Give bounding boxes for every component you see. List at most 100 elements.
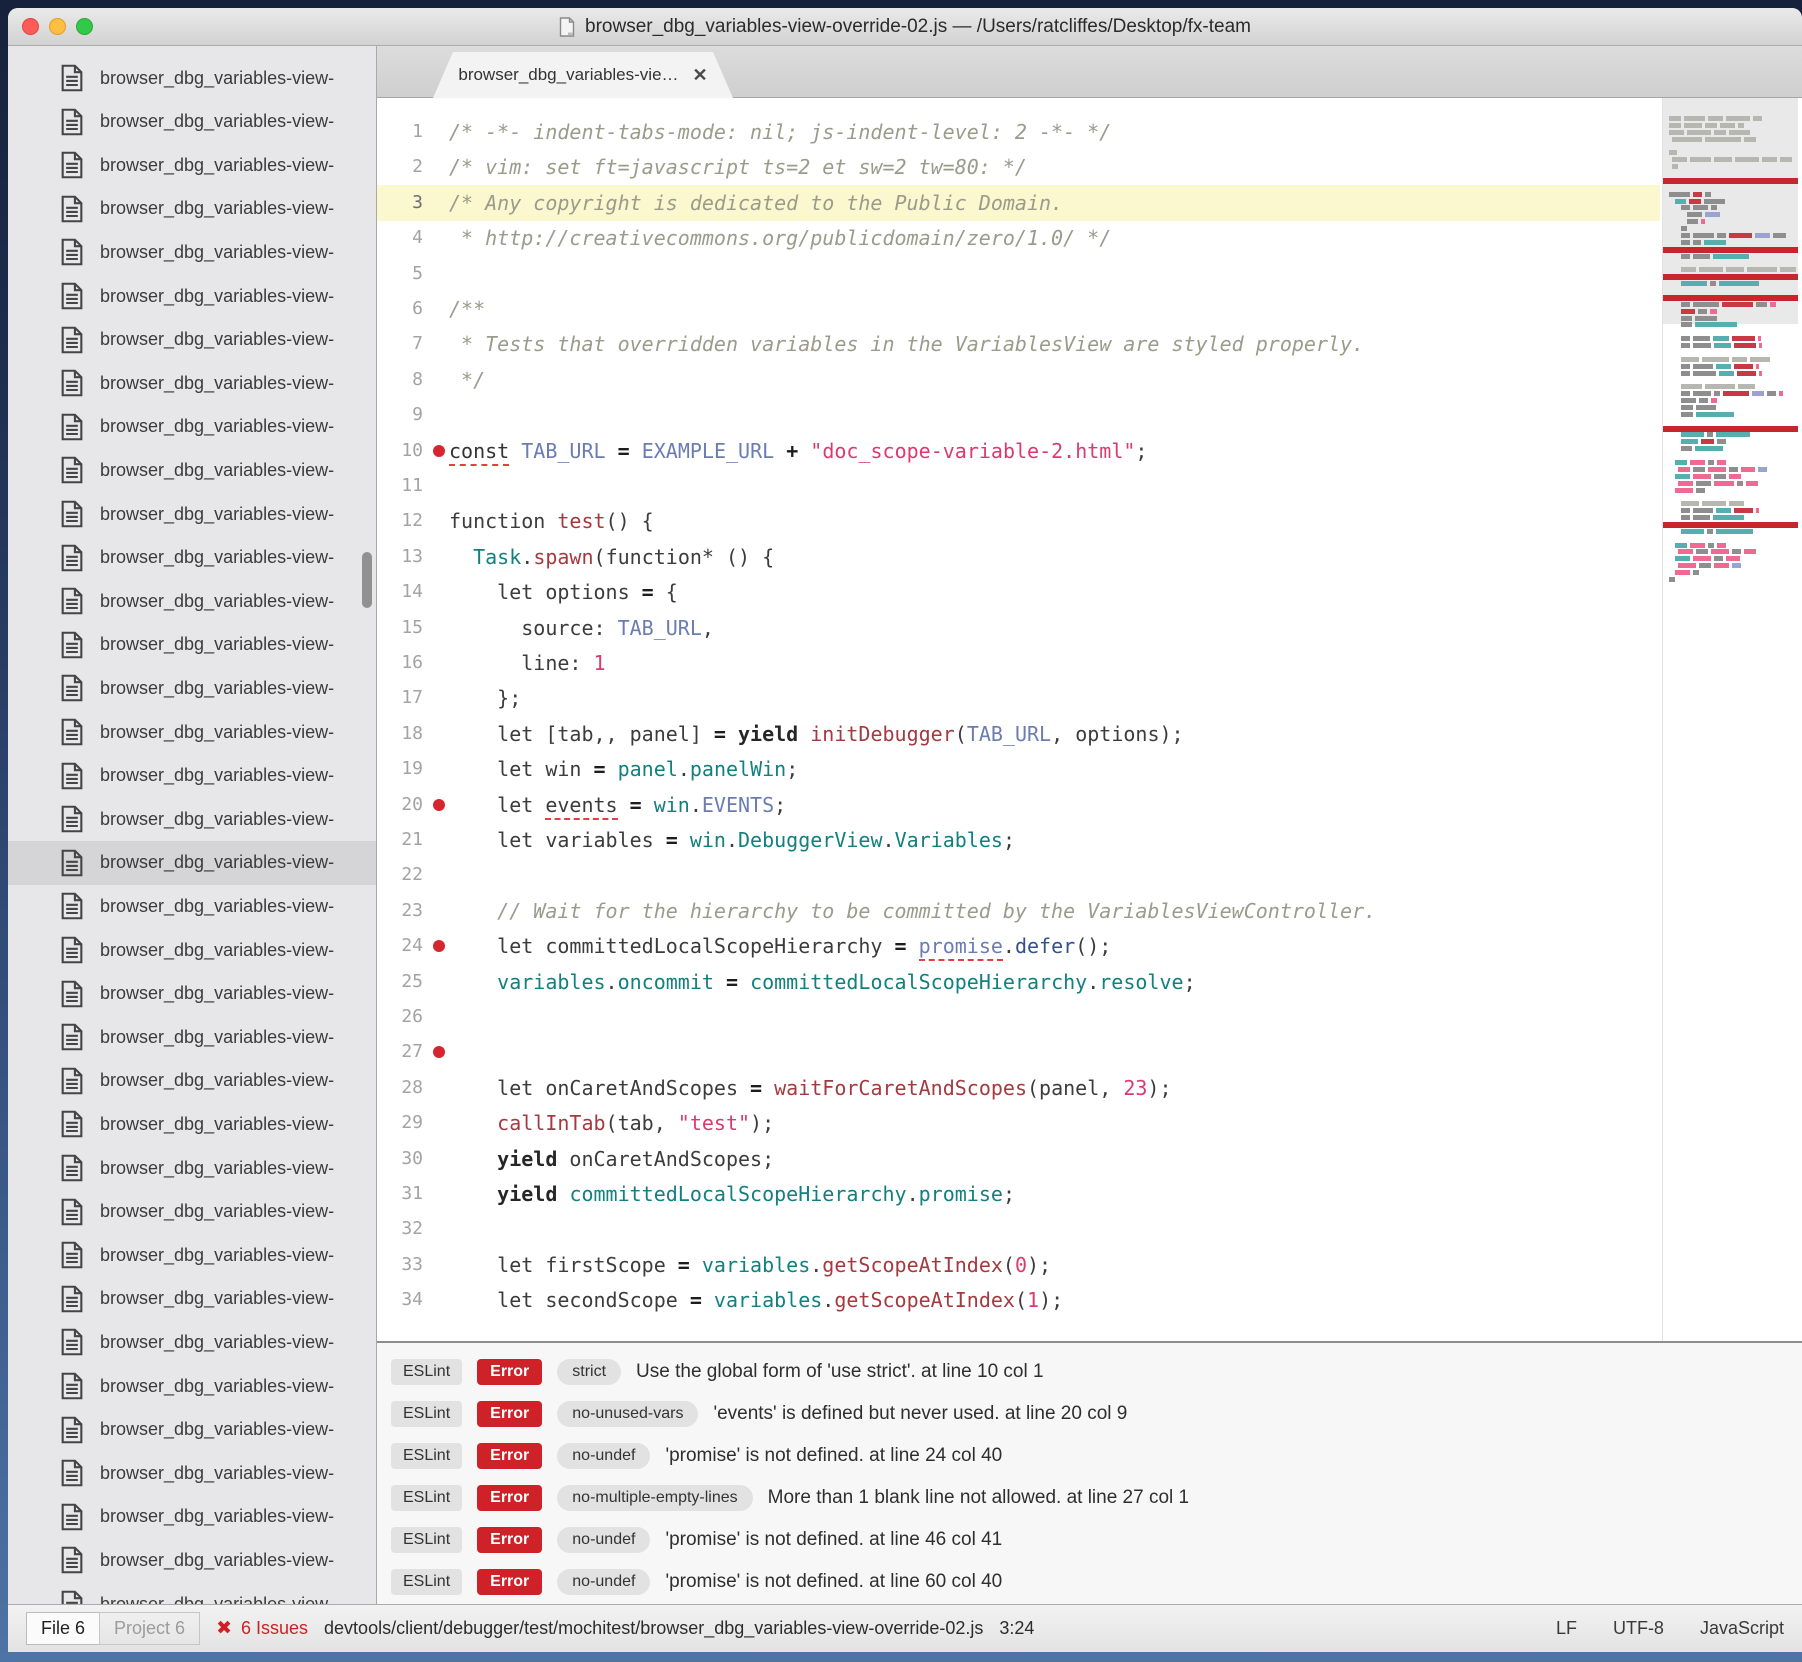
file-list-item[interactable]: browser_dbg_variables-view- bbox=[8, 710, 376, 754]
file-list-item[interactable]: browser_dbg_variables-view- bbox=[8, 928, 376, 972]
lint-result-row[interactable]: ESLintErrorno-unused-vars'events' is def… bbox=[377, 1393, 1802, 1435]
statusbar-item-javascript[interactable]: JavaScript bbox=[1700, 1618, 1784, 1639]
file-list-item[interactable]: browser_dbg_variables-view- bbox=[8, 1102, 376, 1146]
code-line[interactable]: 15 source: TAB_URL, bbox=[377, 610, 1660, 646]
line-number[interactable]: 24 bbox=[377, 928, 423, 964]
statusbar-item-lf[interactable]: LF bbox=[1556, 1618, 1577, 1639]
code-line[interactable]: 17 }; bbox=[377, 680, 1660, 716]
file-list-item[interactable]: browser_dbg_variables-view- bbox=[8, 623, 376, 667]
file-list-item[interactable]: browser_dbg_variables-view- bbox=[8, 1277, 376, 1321]
file-list-item[interactable]: browser_dbg_variables-view- bbox=[8, 1408, 376, 1452]
file-list-item[interactable]: browser_dbg_variables-view- bbox=[8, 1451, 376, 1495]
line-number[interactable]: 15 bbox=[377, 610, 423, 646]
line-number[interactable]: 1 bbox=[377, 114, 423, 150]
code-line[interactable]: 30 yield onCaretAndScopes; bbox=[377, 1141, 1660, 1177]
file-path[interactable]: devtools/client/debugger/test/mochitest/… bbox=[324, 1618, 983, 1639]
lint-error-dot-icon[interactable] bbox=[433, 445, 445, 457]
file-list-item[interactable]: browser_dbg_variables-view- bbox=[8, 1059, 376, 1103]
file-list-item[interactable]: browser_dbg_variables-view- bbox=[8, 1495, 376, 1539]
file-list-item[interactable]: browser_dbg_variables-view- bbox=[8, 492, 376, 536]
line-number[interactable]: 34 bbox=[377, 1282, 423, 1318]
code-line[interactable]: 20 let events = win.EVENTS; bbox=[377, 787, 1660, 823]
code-line[interactable]: 21 let variables = win.DebuggerView.Vari… bbox=[377, 822, 1660, 858]
code-line[interactable]: 2/* vim: set ft=javascript ts=2 et sw=2 … bbox=[377, 149, 1660, 185]
line-number[interactable]: 2 bbox=[377, 149, 423, 185]
line-number[interactable]: 25 bbox=[377, 964, 423, 1000]
line-number[interactable]: 14 bbox=[377, 574, 423, 610]
file-list-item[interactable]: browser_dbg_variables-view- bbox=[8, 361, 376, 405]
file-list-item[interactable]: browser_dbg_variables-view- bbox=[8, 448, 376, 492]
code-line[interactable]: 29 callInTab(tab, "test"); bbox=[377, 1105, 1660, 1141]
file-list-item[interactable]: browser_dbg_variables-view- bbox=[8, 1538, 376, 1582]
close-window-button[interactable] bbox=[22, 18, 39, 35]
file-list-item[interactable]: browser_dbg_variables-view- bbox=[8, 1364, 376, 1408]
sidebar-scrollbar[interactable] bbox=[362, 552, 372, 608]
code-line[interactable]: 16 line: 1 bbox=[377, 645, 1660, 681]
code-line[interactable]: 9 bbox=[377, 397, 1660, 433]
code-line[interactable]: 25 variables.oncommit = committedLocalSc… bbox=[377, 964, 1660, 1000]
code-line[interactable]: 28 let onCaretAndScopes = waitForCaretAn… bbox=[377, 1070, 1660, 1106]
code-line[interactable]: 13 Task.spawn(function* () { bbox=[377, 539, 1660, 575]
code-line[interactable]: 7 * Tests that overridden variables in t… bbox=[377, 326, 1660, 362]
line-number[interactable]: 23 bbox=[377, 893, 423, 929]
lint-result-row[interactable]: ESLintErrorno-undef'promise' is not defi… bbox=[377, 1519, 1802, 1561]
code-line[interactable]: 1/* -*- indent-tabs-mode: nil; js-indent… bbox=[377, 114, 1660, 150]
file-list-item[interactable]: browser_dbg_variables-view- bbox=[8, 536, 376, 580]
line-number[interactable]: 21 bbox=[377, 822, 423, 858]
zoom-window-button[interactable] bbox=[76, 18, 93, 35]
project-issues-button[interactable]: Project 6 bbox=[99, 1612, 200, 1645]
line-number[interactable]: 27 bbox=[377, 1034, 423, 1070]
line-number[interactable]: 13 bbox=[377, 539, 423, 575]
line-number[interactable]: 30 bbox=[377, 1141, 423, 1177]
file-list-item[interactable]: browser_dbg_variables-view- bbox=[8, 1190, 376, 1234]
line-number[interactable]: 3 bbox=[377, 185, 423, 221]
file-issues-button[interactable]: File 6 bbox=[26, 1612, 100, 1645]
lint-error-dot-icon[interactable] bbox=[433, 1046, 445, 1058]
file-list-item[interactable]: browser_dbg_variables-view- bbox=[8, 841, 376, 885]
line-number[interactable]: 17 bbox=[377, 680, 423, 716]
file-list-item[interactable]: browser_dbg_variables-view- bbox=[8, 187, 376, 231]
file-list-item[interactable]: browser_dbg_variables-view- bbox=[8, 666, 376, 710]
file-list-item[interactable]: browser_dbg_variables-view- bbox=[8, 884, 376, 928]
line-number[interactable]: 26 bbox=[377, 999, 423, 1035]
file-list-item[interactable]: browser_dbg_variables-view- bbox=[8, 754, 376, 798]
code-line[interactable]: 27 bbox=[377, 1034, 1660, 1070]
tab-close-icon[interactable]: ✕ bbox=[693, 65, 708, 86]
file-list-item[interactable]: browser_dbg_variables-view- bbox=[8, 1015, 376, 1059]
minimize-window-button[interactable] bbox=[49, 18, 66, 35]
file-list-item[interactable]: browser_dbg_variables-view- bbox=[8, 405, 376, 449]
lint-result-row[interactable]: ESLintErrorstrictUse the global form of … bbox=[377, 1351, 1802, 1393]
lint-error-dot-icon[interactable] bbox=[433, 940, 445, 952]
code-line[interactable]: 4 * http://creativecommons.org/publicdom… bbox=[377, 220, 1660, 256]
line-number[interactable]: 29 bbox=[377, 1105, 423, 1141]
line-number[interactable]: 9 bbox=[377, 397, 423, 433]
cursor-position[interactable]: 3:24 bbox=[999, 1618, 1034, 1639]
file-list-item[interactable]: browser_dbg_variables-view- bbox=[8, 318, 376, 362]
code-line[interactable]: 32 bbox=[377, 1211, 1660, 1247]
code-line[interactable]: 6/** bbox=[377, 291, 1660, 327]
file-list-item[interactable]: browser_dbg_variables-view- bbox=[8, 100, 376, 144]
file-list-item[interactable]: browser_dbg_variables-view- bbox=[8, 230, 376, 274]
line-number[interactable]: 32 bbox=[377, 1211, 423, 1247]
file-list-item[interactable]: browser_dbg_variables-view- bbox=[8, 1233, 376, 1277]
line-number[interactable]: 19 bbox=[377, 751, 423, 787]
issues-status[interactable]: ✖ 6 Issues bbox=[216, 1617, 308, 1640]
line-number[interactable]: 16 bbox=[377, 645, 423, 681]
code-line[interactable]: 5 bbox=[377, 256, 1660, 292]
code-line[interactable]: 23 // Wait for the hierarchy to be commi… bbox=[377, 893, 1660, 929]
code-line[interactable]: 14 let options = { bbox=[377, 574, 1660, 610]
code-line[interactable]: 22 bbox=[377, 857, 1660, 893]
lint-result-row[interactable]: ESLintErrorno-undef'promise' is not defi… bbox=[377, 1561, 1802, 1603]
code-line[interactable]: 18 let [tab,, panel] = yield initDebugge… bbox=[377, 716, 1660, 752]
line-number[interactable]: 7 bbox=[377, 326, 423, 362]
line-number[interactable]: 12 bbox=[377, 503, 423, 539]
line-number[interactable]: 5 bbox=[377, 256, 423, 292]
code-line[interactable]: 12function test() { bbox=[377, 503, 1660, 539]
line-number[interactable]: 10 bbox=[377, 433, 423, 469]
minimap[interactable] bbox=[1662, 98, 1798, 1341]
file-list-item[interactable]: browser_dbg_variables-view- bbox=[8, 1146, 376, 1190]
file-list-item[interactable]: browser_dbg_variables-view- bbox=[8, 56, 376, 100]
line-number[interactable]: 6 bbox=[377, 291, 423, 327]
file-list-item[interactable]: browser_dbg_variables-view- bbox=[8, 143, 376, 187]
code-line[interactable]: 31 yield committedLocalScopeHierarchy.pr… bbox=[377, 1176, 1660, 1212]
